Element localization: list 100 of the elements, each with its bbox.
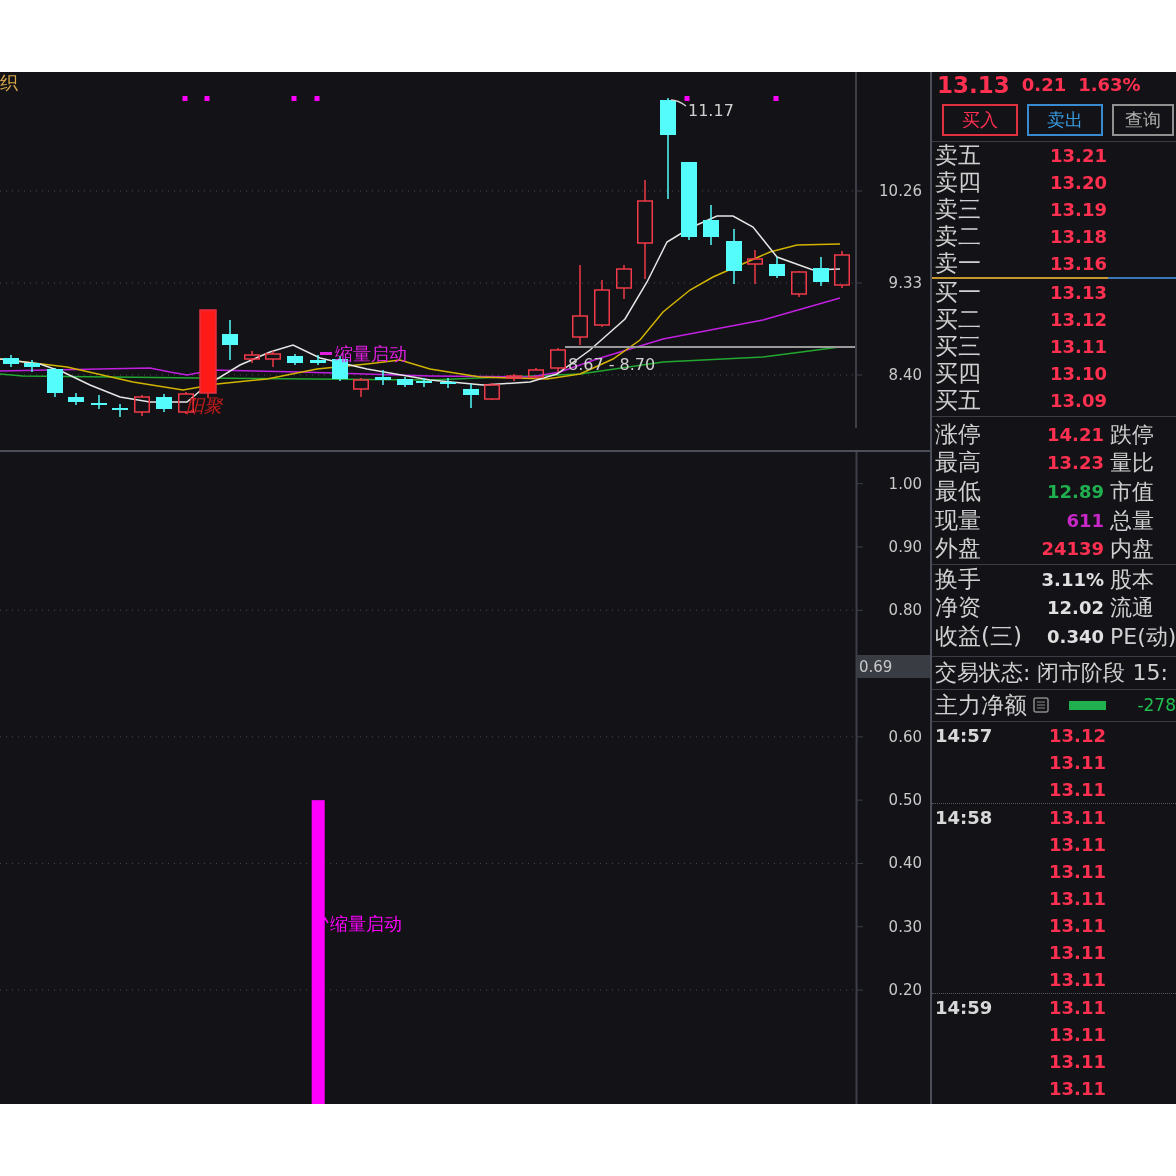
- tick-time: 14:59: [935, 995, 994, 1020]
- tick-price: 13.11: [1049, 967, 1107, 992]
- candle: [440, 377, 456, 389]
- order-price: 13.09: [1050, 389, 1108, 413]
- candle: [594, 279, 610, 328]
- stat-label: 最高: [935, 449, 981, 477]
- candle: [616, 264, 632, 300]
- order-price: 13.12: [1050, 308, 1108, 332]
- order-price: 13.18: [1050, 225, 1108, 249]
- order-level-label: 卖一: [935, 250, 982, 277]
- tick-price: 13.11: [1049, 886, 1107, 911]
- stat-value: 611: [1066, 508, 1104, 533]
- stat-label: 外盘: [935, 535, 981, 563]
- list-icon[interactable]: [1033, 697, 1049, 714]
- tick-price: 13.11: [1049, 913, 1107, 938]
- stat-value: 12.02: [1047, 596, 1104, 621]
- axis-label: 0.90: [888, 537, 922, 556]
- order-level-label: 买三: [935, 333, 982, 360]
- candle: [769, 256, 785, 279]
- candle: [3, 354, 19, 368]
- stat-value: 3.11%: [1041, 567, 1104, 592]
- candle: [265, 350, 281, 368]
- stat-value: 0.340: [1047, 624, 1104, 649]
- last-price: 13.13: [937, 72, 1010, 98]
- candle: [813, 256, 829, 287]
- axis-label: 10.26: [879, 182, 922, 200]
- candle: [47, 367, 63, 398]
- trading-status: 交易状态: 闭市阶段 15:: [932, 656, 1176, 690]
- stat-value: 24139: [1041, 537, 1104, 562]
- order-level-label: 买一: [935, 279, 982, 306]
- axis-label: 0.30: [888, 917, 922, 936]
- axis-label: 0.20: [888, 981, 922, 1000]
- tick-price: 13.11: [1049, 805, 1107, 830]
- stat-label: 总量: [1110, 506, 1154, 534]
- tick-price: 13.11: [1049, 940, 1107, 965]
- stat-label: 现量: [935, 506, 981, 534]
- candle: [747, 249, 763, 285]
- candle: [484, 382, 500, 401]
- order-level-label: 买二: [935, 306, 982, 333]
- order-level-label: 卖三: [935, 196, 982, 223]
- candle: [91, 394, 107, 410]
- order-level-label: 买四: [935, 360, 982, 387]
- order-level-label: 卖四: [935, 169, 982, 196]
- candle: [134, 394, 150, 417]
- price-change: 0.21: [1021, 73, 1067, 97]
- candle: [244, 350, 260, 364]
- candle: [463, 383, 479, 409]
- order-price: 13.21: [1050, 144, 1108, 168]
- tick-time: 14:57: [935, 723, 994, 748]
- stat-label: 股本: [1110, 565, 1154, 593]
- stat-label: 量比: [1110, 449, 1154, 477]
- candle: [310, 354, 326, 366]
- order-price: 13.13: [1050, 281, 1108, 305]
- stat-value: 14.21: [1047, 422, 1104, 447]
- query-button[interactable]: 查询: [1112, 103, 1174, 136]
- candle: [416, 377, 432, 388]
- order-level-label: 买五: [935, 387, 982, 414]
- signal-label: 缩量启动: [335, 343, 407, 364]
- stat-value: 13.23: [1047, 451, 1104, 476]
- order-price: 13.19: [1050, 198, 1108, 222]
- candle: [112, 403, 128, 418]
- high-price-label: 11.17: [688, 101, 734, 120]
- signal-label: 缩量启动: [330, 913, 402, 934]
- order-level-label: 卖五: [935, 142, 982, 169]
- current-value-label: 0.69: [857, 655, 930, 678]
- candle: [703, 204, 719, 246]
- tick-price: 13.11: [1049, 1022, 1107, 1047]
- candle: [397, 376, 413, 388]
- tick-price: 13.11: [1049, 859, 1107, 884]
- stat-label: 最低: [935, 478, 981, 505]
- tick-price: 13.11: [1049, 1049, 1107, 1074]
- tick-price: 13.11: [1049, 750, 1107, 775]
- candle: [156, 393, 172, 413]
- tick-price: 13.11: [1049, 777, 1107, 802]
- net-flow-label: 主力净额: [935, 691, 1027, 719]
- stat-label: 跌停: [1110, 420, 1154, 448]
- order-price: 13.10: [1050, 362, 1108, 386]
- axis-label: 0.40: [888, 854, 922, 873]
- candle: [287, 353, 303, 366]
- axis-label: 0.60: [888, 727, 922, 746]
- axis-label: 8.40: [888, 366, 922, 384]
- candle: [791, 270, 807, 298]
- chart-title: 织: [0, 72, 18, 93]
- buy-button[interactable]: 买入: [942, 103, 1018, 136]
- candle: [726, 228, 742, 285]
- stat-label: 换手: [935, 565, 981, 593]
- order-price: 13.11: [1050, 335, 1108, 359]
- candle: [24, 359, 40, 373]
- axis-label: 1.00: [888, 474, 922, 493]
- sell-button[interactable]: 卖出: [1027, 103, 1103, 136]
- candle: [550, 347, 566, 373]
- axis-label: 0.50: [888, 791, 922, 810]
- percent-change: 1.63%: [1078, 73, 1141, 97]
- order-price: 13.20: [1050, 171, 1108, 195]
- tick-price: 13.11: [1049, 995, 1107, 1020]
- stat-label: PE(动): [1110, 622, 1176, 650]
- order-price: 13.16: [1050, 252, 1108, 276]
- candle: [222, 319, 238, 361]
- tick-price: 13.11: [1049, 832, 1107, 857]
- tick-price: 13.12: [1049, 723, 1107, 748]
